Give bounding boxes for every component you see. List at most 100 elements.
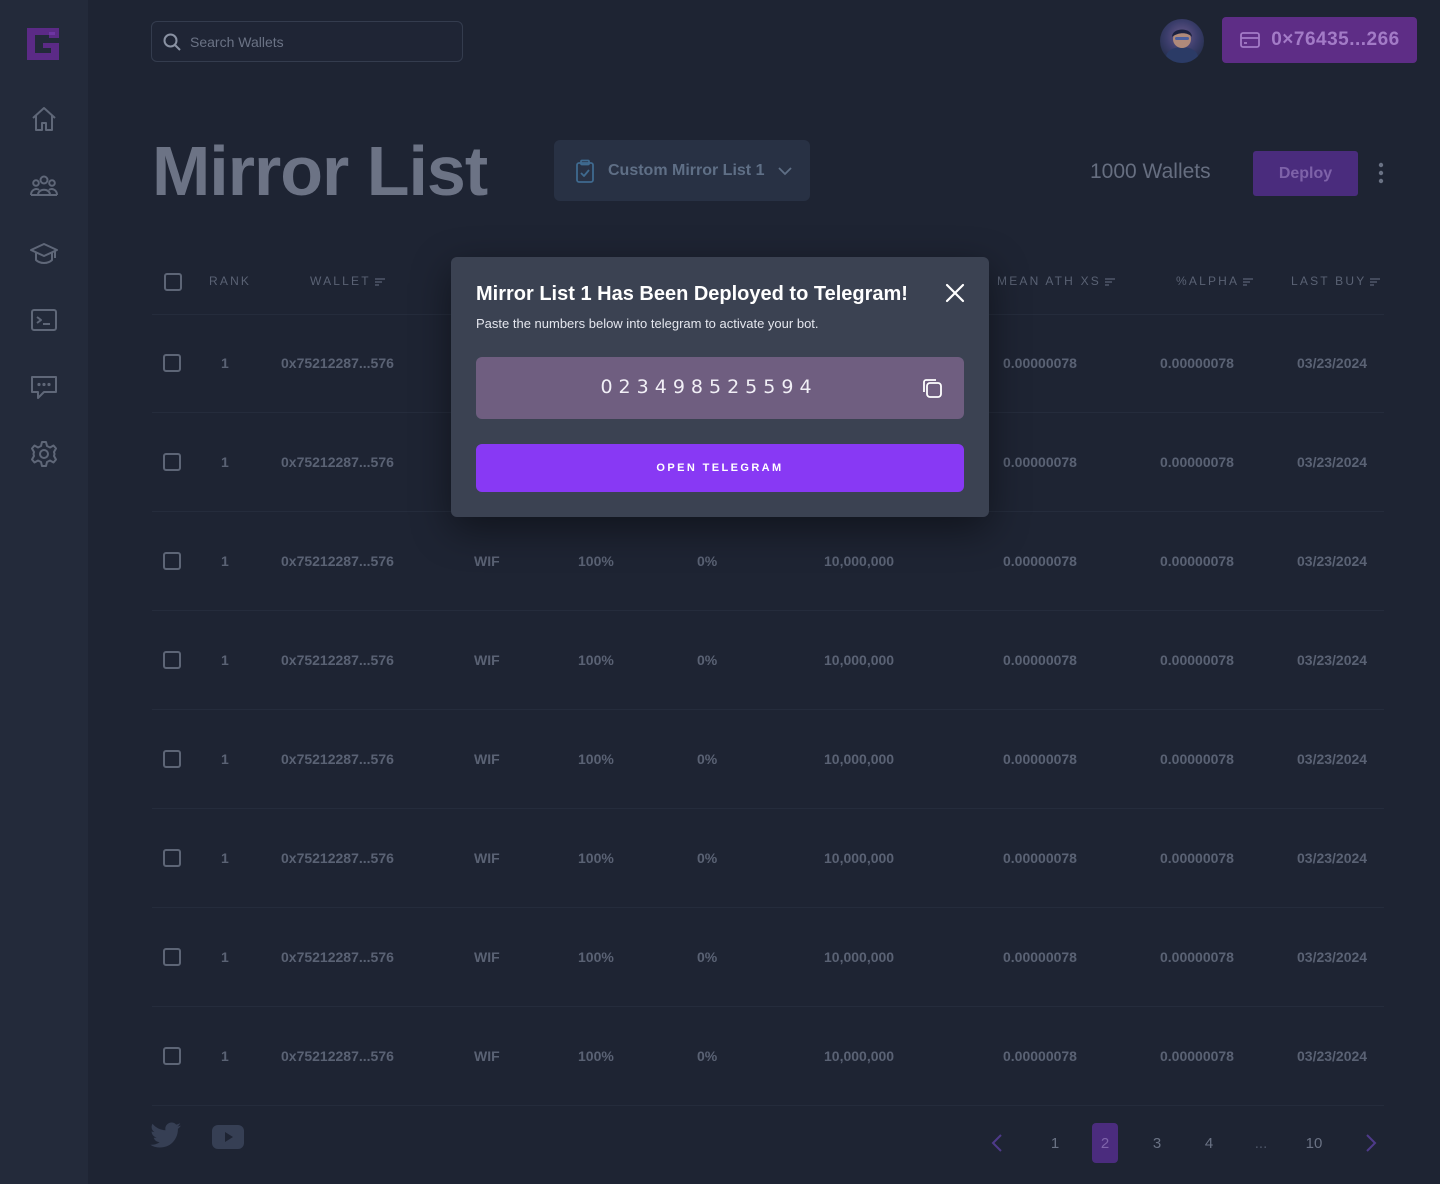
cell-mean-ath-xs: 0.00000078 xyxy=(1003,1048,1077,1064)
cell-rank: 1 xyxy=(221,355,229,371)
cell-alpha: 0.00000078 xyxy=(1160,355,1234,371)
cell-volume: 10,000,000 xyxy=(824,553,895,569)
sort-icon xyxy=(1243,275,1254,289)
cell-token: WIF xyxy=(474,751,500,767)
sidebar-item-chat[interactable] xyxy=(26,369,62,405)
cell-wallet: 0x75212287...576 xyxy=(281,850,394,866)
sidebar-item-home[interactable] xyxy=(26,101,62,137)
row-divider xyxy=(152,709,1384,710)
cell-wallet: 0x75212287...576 xyxy=(281,355,394,371)
sidebar xyxy=(0,0,88,1184)
pagination-next[interactable] xyxy=(1362,1123,1380,1163)
cell-wallet: 0x75212287...576 xyxy=(281,751,394,767)
row-checkbox[interactable] xyxy=(163,1047,181,1065)
wallet-address: 0×76435...266 xyxy=(1271,29,1400,50)
g-logo[interactable] xyxy=(25,26,61,62)
pagination-page[interactable]: 2 xyxy=(1092,1123,1118,1163)
chat-icon xyxy=(31,376,57,399)
more-options-button[interactable] xyxy=(1371,160,1391,186)
terminal-icon xyxy=(31,309,57,331)
cell-win-rate: 100% xyxy=(578,553,614,569)
deploy-success-modal: Mirror List 1 Has Been Deployed to Teleg… xyxy=(451,257,989,517)
pagination-page[interactable]: 4 xyxy=(1196,1123,1222,1163)
cell-rank: 1 xyxy=(221,850,229,866)
copy-button[interactable] xyxy=(920,376,944,400)
cell-rank: 1 xyxy=(221,949,229,965)
cell-last-buy: 03/23/2024 xyxy=(1297,850,1368,866)
cell-last-buy: 03/23/2024 xyxy=(1297,751,1368,767)
cell-alpha: 0.00000078 xyxy=(1160,1048,1234,1064)
cell-mean-ath-xs: 0.00000078 xyxy=(1003,454,1077,470)
page-title: Mirror List xyxy=(152,132,488,210)
cell-loss-rate: 0% xyxy=(697,850,718,866)
modal-close-button[interactable] xyxy=(943,281,967,305)
row-checkbox[interactable] xyxy=(163,948,181,966)
sidebar-item-learn[interactable] xyxy=(26,235,62,271)
row-checkbox[interactable] xyxy=(163,849,181,867)
wallet-address-button[interactable]: 0×76435...266 xyxy=(1222,17,1417,63)
copy-icon xyxy=(923,379,942,398)
cell-win-rate: 100% xyxy=(578,751,614,767)
select-all-checkbox[interactable] xyxy=(164,273,182,291)
header-mean-ath-xs[interactable]: MEAN ATH XS xyxy=(997,274,1115,289)
cell-last-buy: 03/23/2024 xyxy=(1297,949,1368,965)
twitter-icon xyxy=(150,1122,181,1148)
cell-volume: 10,000,000 xyxy=(824,1048,895,1064)
cell-rank: 1 xyxy=(221,652,229,668)
row-divider xyxy=(152,1006,1384,1007)
chevron-right-icon xyxy=(1366,1134,1377,1152)
header-wallet[interactable]: WALLET xyxy=(310,274,385,289)
pagination-page[interactable]: 1 xyxy=(1042,1123,1068,1163)
twitter-link[interactable] xyxy=(150,1122,182,1155)
modal-subtitle: Paste the numbers below into telegram to… xyxy=(476,316,819,331)
sidebar-item-settings[interactable] xyxy=(26,436,62,472)
sort-icon xyxy=(374,275,385,289)
cell-win-rate: 100% xyxy=(578,652,614,668)
row-divider xyxy=(152,610,1384,611)
header-alpha[interactable]: %ALPHA xyxy=(1176,274,1254,289)
sidebar-item-terminal[interactable] xyxy=(26,302,62,338)
search-input[interactable] xyxy=(190,33,450,50)
row-checkbox[interactable] xyxy=(163,453,181,471)
sort-icon xyxy=(1370,275,1381,289)
row-checkbox[interactable] xyxy=(163,750,181,768)
pagination-page[interactable]: 10 xyxy=(1300,1123,1328,1163)
pagination-page[interactable]: 3 xyxy=(1144,1123,1170,1163)
cell-volume: 10,000,000 xyxy=(824,751,895,767)
header-last-buy[interactable]: LAST BUY xyxy=(1291,274,1381,289)
sidebar-item-users[interactable] xyxy=(26,168,62,204)
chevron-down-icon xyxy=(778,166,793,175)
clipboard-check-icon xyxy=(576,159,594,183)
cell-win-rate: 100% xyxy=(578,949,614,965)
kebab-menu-icon xyxy=(1378,162,1384,184)
avatar[interactable] xyxy=(1160,19,1204,63)
row-checkbox[interactable] xyxy=(163,354,181,372)
home-icon xyxy=(32,107,56,131)
cell-wallet: 0x75212287...576 xyxy=(281,553,394,569)
cell-mean-ath-xs: 0.00000078 xyxy=(1003,652,1077,668)
youtube-icon xyxy=(212,1125,244,1149)
wallet-count: 1000 Wallets xyxy=(1090,160,1211,183)
row-divider xyxy=(152,808,1384,809)
cell-alpha: 0.00000078 xyxy=(1160,850,1234,866)
cell-token: WIF xyxy=(474,553,500,569)
cell-alpha: 0.00000078 xyxy=(1160,751,1234,767)
search-box[interactable] xyxy=(151,21,463,62)
deploy-button[interactable]: Deploy xyxy=(1253,151,1358,196)
row-checkbox[interactable] xyxy=(163,651,181,669)
open-telegram-button[interactable]: OPEN TELEGRAM xyxy=(476,444,964,492)
pagination-prev[interactable] xyxy=(986,1123,1008,1163)
mirror-list-select[interactable]: Custom Mirror List 1 xyxy=(554,140,810,201)
cell-volume: 10,000,000 xyxy=(824,949,895,965)
cell-loss-rate: 0% xyxy=(697,751,718,767)
cell-loss-rate: 0% xyxy=(697,949,718,965)
close-icon xyxy=(945,283,965,303)
cell-mean-ath-xs: 0.00000078 xyxy=(1003,355,1077,371)
mirror-list-select-label: Custom Mirror List 1 xyxy=(608,161,765,179)
header-rank[interactable]: RANK xyxy=(209,274,251,288)
cell-win-rate: 100% xyxy=(578,850,614,866)
youtube-link[interactable] xyxy=(212,1125,244,1154)
row-checkbox[interactable] xyxy=(163,552,181,570)
cell-loss-rate: 0% xyxy=(697,1048,718,1064)
cell-alpha: 0.00000078 xyxy=(1160,949,1234,965)
